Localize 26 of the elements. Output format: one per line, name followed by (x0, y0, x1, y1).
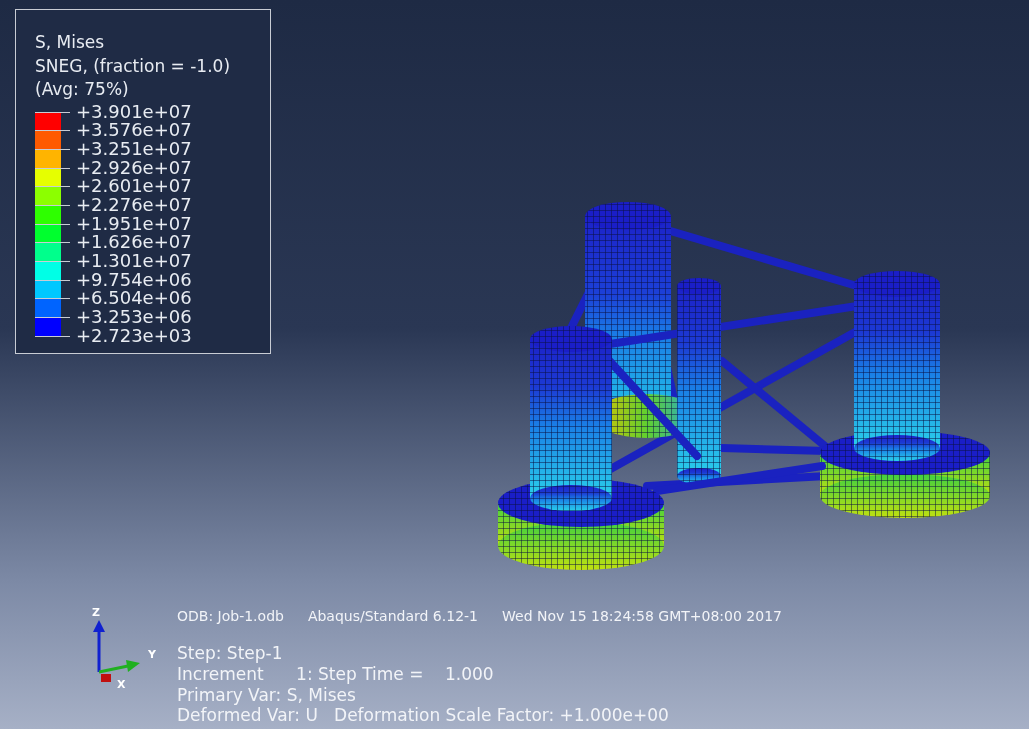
legend-value: +3.901e+07 (76, 102, 192, 122)
legend-title: S, Mises (35, 31, 106, 54)
legend-value: +1.626e+07 (76, 233, 192, 252)
axis-label: Z (92, 606, 100, 620)
legend-title: (Avg: 75%) (35, 78, 130, 101)
legend-value: +2.601e+07 (76, 177, 192, 196)
legend-value: +1.951e+07 (76, 214, 192, 234)
step-info-text: Step: Step-1 (177, 643, 284, 664)
step-info-text: Deformed Var: U Deformation Scale Factor: +1.000e+00 (177, 705, 670, 726)
step-info-text: Primary Var: S, Mises (177, 684, 357, 706)
legend-value: +1.301e+07 (76, 252, 192, 271)
axis-label: X (117, 678, 126, 692)
legend-value: +3.253e+06 (76, 308, 192, 327)
job-info-text: Wed Nov 15 18:24:58 GMT+08:00 2017 (502, 608, 782, 625)
legend-value: +6.504e+06 (76, 289, 192, 309)
legend-value: +2.926e+07 (76, 158, 192, 178)
axis-label: Y (148, 648, 156, 662)
step-info-text: Increment 1: Step Time = 1.000 (177, 663, 495, 685)
legend-value: +2.276e+07 (76, 195, 192, 215)
legend-value: +2.723e+03 (76, 326, 192, 346)
job-info-text: ODB: Job-1.odb (177, 608, 284, 625)
legend-value: +3.576e+07 (76, 121, 192, 140)
legend-title: SNEG, (fraction = -1.0) (35, 54, 232, 78)
legend-value: +9.754e+06 (76, 270, 192, 290)
legend-value: +3.251e+07 (76, 139, 192, 159)
job-info-text: Abaqus/Standard 6.12-1 (307, 608, 478, 625)
